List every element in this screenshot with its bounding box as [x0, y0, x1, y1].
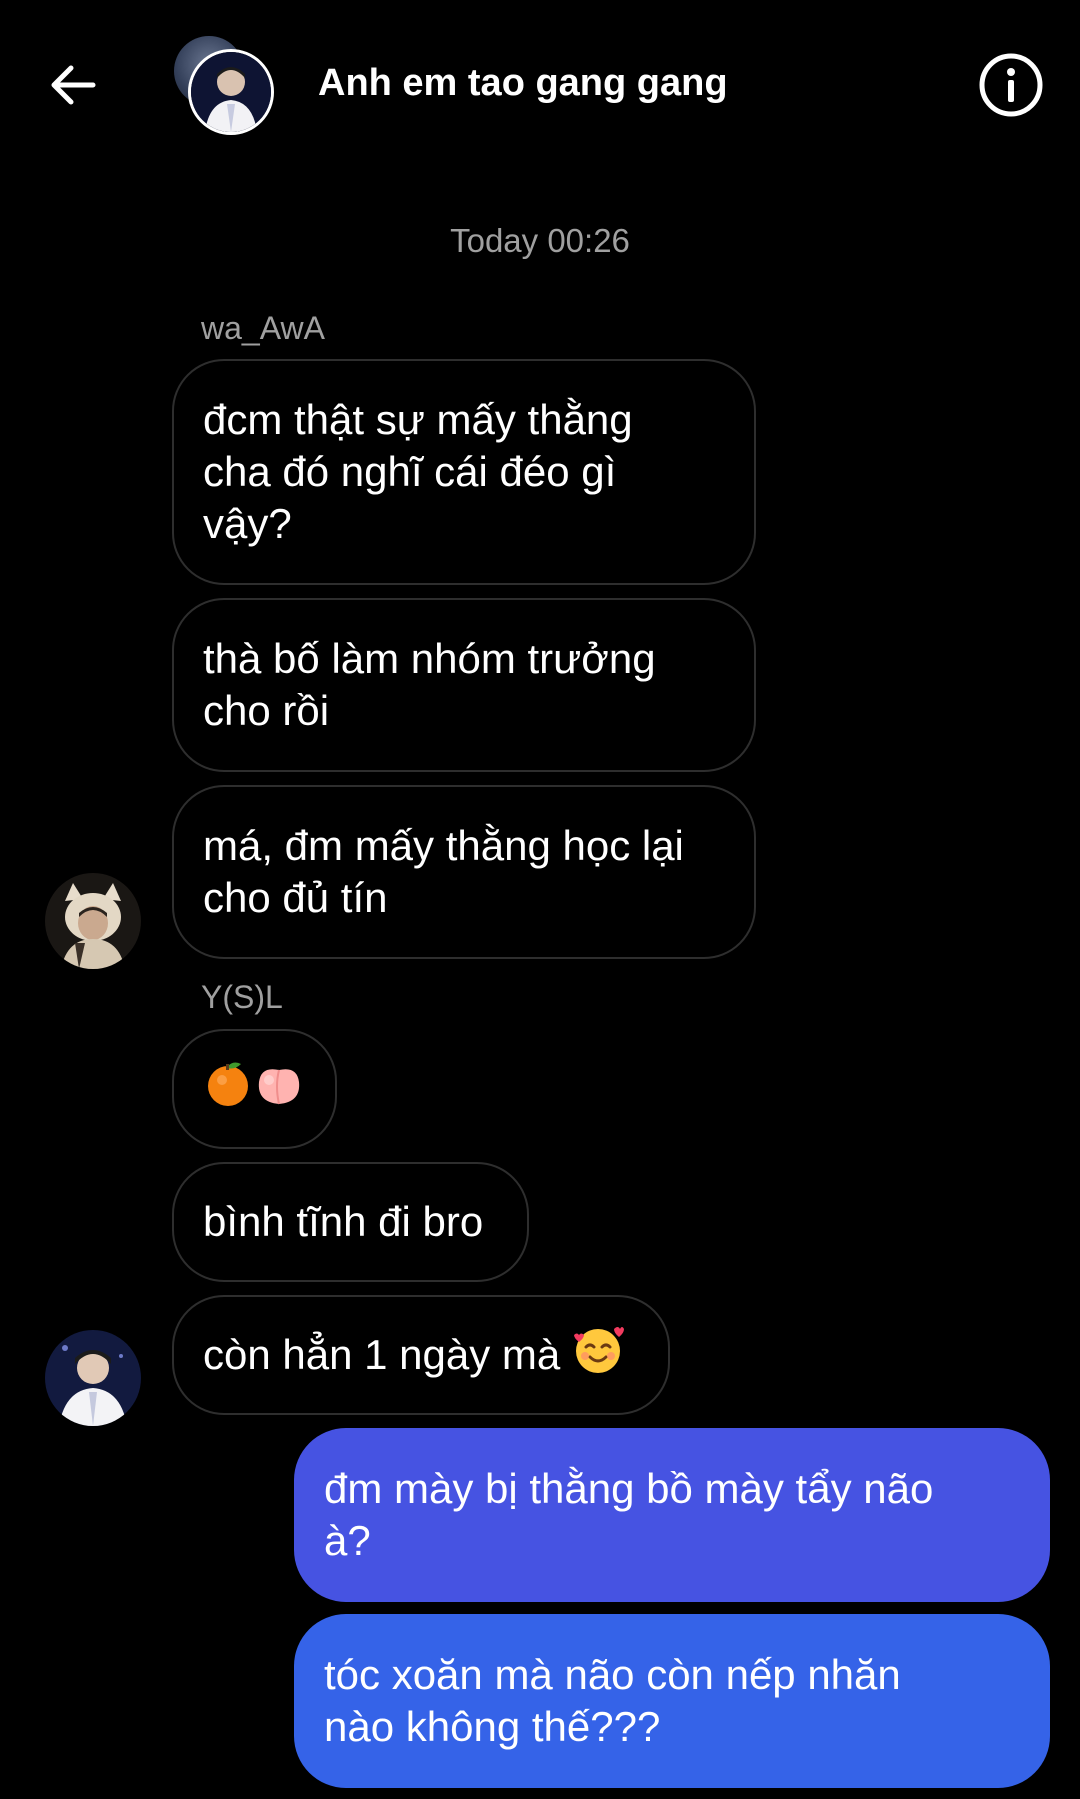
- message-bubble-outgoing[interactable]: tóc xoăn mà não còn nếp nhăn nào không t…: [294, 1614, 1050, 1788]
- sender-avatar[interactable]: [45, 873, 141, 969]
- message-bubble-incoming[interactable]: còn hẳn 1 ngày mà: [172, 1295, 670, 1415]
- message-bubble-incoming[interactable]: [172, 1029, 337, 1149]
- chat-header: Anh em tao gang gang: [0, 0, 1080, 170]
- message-bubble-incoming[interactable]: má, đm mấy thằng học lại cho đủ tín: [172, 785, 756, 959]
- conversation-timestamp: Today 00:26: [450, 222, 630, 259]
- message-text: tóc xoăn mà não còn nếp nhăn nào không t…: [324, 1651, 901, 1750]
- message-text: còn hẳn 1 ngày mà: [203, 1331, 561, 1378]
- sender-name: wa_AwA: [201, 310, 325, 346]
- sender-name: Y(S)L: [201, 979, 283, 1015]
- smiling-face-with-hearts-emoji: [572, 1323, 625, 1387]
- message-text: đm mày bị thằng bồ mày tẩy não à?: [324, 1465, 934, 1564]
- message-bubble-incoming[interactable]: đcm thật sự mấy thằng cha đó nghĩ cái đé…: [172, 359, 756, 585]
- message-bubble-outgoing[interactable]: đm mày bị thằng bồ mày tẩy não à?: [294, 1428, 1050, 1602]
- message-text: thà bố làm nhóm trưởng cho rồi: [203, 635, 656, 734]
- message-text: má, đm mấy thằng học lại cho đủ tín: [203, 822, 684, 921]
- info-button[interactable]: [978, 52, 1044, 118]
- back-button[interactable]: [40, 52, 106, 118]
- group-avatar[interactable]: [170, 32, 280, 137]
- message-bubble-incoming[interactable]: bình tĩnh đi bro: [172, 1162, 529, 1282]
- tangerine-emoji: [203, 1058, 253, 1120]
- sender-avatar[interactable]: [45, 1330, 141, 1426]
- group-avatar-front: [188, 49, 274, 135]
- info-icon: [979, 53, 1043, 117]
- arrow-left-icon: [51, 65, 96, 105]
- peach-emoji: [253, 1058, 305, 1120]
- group-title[interactable]: Anh em tao gang gang: [318, 62, 728, 105]
- message-text: bình tĩnh đi bro: [203, 1198, 484, 1245]
- message-bubble-incoming[interactable]: thà bố làm nhóm trưởng cho rồi: [172, 598, 756, 772]
- message-text: đcm thật sự mấy thằng cha đó nghĩ cái đé…: [203, 396, 633, 547]
